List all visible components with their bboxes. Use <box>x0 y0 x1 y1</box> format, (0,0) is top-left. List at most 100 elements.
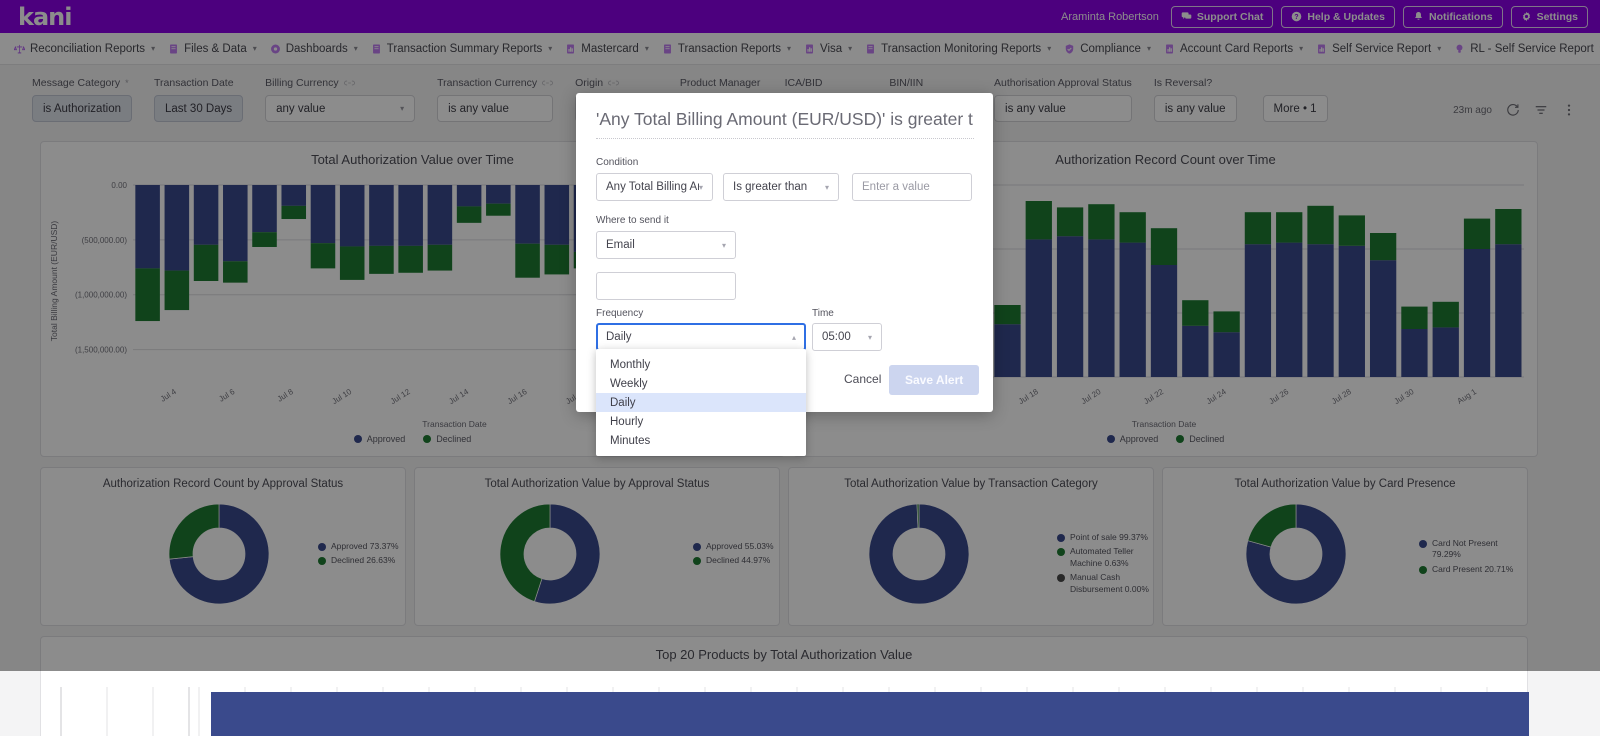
save-alert-button[interactable]: Save Alert <box>889 365 979 395</box>
condition-field-select[interactable]: Any Total Billing Am ▾ <box>596 173 713 201</box>
legend-item-point-of-sale[interactable]: Point of sale 99.37% <box>1057 532 1153 543</box>
chevron-down-icon: ▾ <box>400 104 404 113</box>
frequency-option-daily[interactable]: Daily <box>596 393 806 412</box>
filter-authorisation-approval-status: Authorisation Approval Status is any val… <box>994 77 1132 122</box>
filter-bar-actions: 23m ago <box>1453 77 1576 117</box>
svg-text:Jul 8: Jul 8 <box>276 387 296 404</box>
kebab-menu-icon[interactable] <box>1562 103 1576 117</box>
legend-item-card-present[interactable]: Card Present 20.71% <box>1419 564 1519 575</box>
settings-label: Settings <box>1537 11 1578 23</box>
frequency-select[interactable]: Daily ▴ <box>596 323 806 351</box>
legend-item-approved[interactable]: Approved 73.37% <box>318 541 399 552</box>
kani-logo[interactable]: kani <box>12 5 71 29</box>
filter-value-message-category[interactable]: is Authorization <box>32 95 132 122</box>
condition-section-label: Condition <box>596 157 638 168</box>
help-updates-button[interactable]: ? Help & Updates <box>1281 6 1395 28</box>
chevron-down-icon: ▾ <box>848 44 852 53</box>
frequency-dropdown-menu: Monthly Weekly Daily Hourly Minutes <box>596 349 806 456</box>
svg-text:Transaction Date: Transaction Date <box>422 419 487 429</box>
chevron-down-icon: ▾ <box>1047 44 1051 53</box>
condition-operator-select[interactable]: Is greater than ▾ <box>723 173 839 201</box>
alert-title-input[interactable]: 'Any Total Billing Amount (EUR/USD)' is … <box>596 109 974 139</box>
link-icon <box>542 79 553 87</box>
legend-label: Approved 73.37% <box>331 541 399 552</box>
support-chat-button[interactable]: Support Chat <box>1171 6 1274 28</box>
condition-field-value: Any Total Billing Am <box>606 181 699 193</box>
filter-icon[interactable] <box>1534 103 1548 117</box>
settings-button[interactable]: Settings <box>1511 6 1588 28</box>
filter-label-text: Transaction Currency <box>437 77 537 89</box>
gear-icon <box>1521 11 1532 22</box>
time-select[interactable]: 05:00 ▾ <box>812 323 882 351</box>
nav-item-self-service-report[interactable]: Self Service Report ▾ <box>1316 43 1441 55</box>
nav-label: Transaction Reports <box>678 43 781 55</box>
legend-item-card-not-present[interactable]: Card Not Present 79.29% <box>1419 538 1519 561</box>
chart-canvas-top-products <box>41 670 1529 736</box>
legend-item-declined[interactable]: Declined <box>423 434 471 444</box>
nav-item-compliance[interactable]: Compliance ▾ <box>1064 43 1151 55</box>
bar-chart-icon <box>804 43 815 55</box>
legend-item-manual-cash-disbursement[interactable]: Manual Cash Disbursement 0.00% <box>1057 572 1153 595</box>
svg-text:Jul 10: Jul 10 <box>330 387 353 406</box>
app-root: kani Araminta Robertson Support Chat ? H… <box>0 0 1600 736</box>
user-name: Araminta Robertson <box>1061 11 1159 23</box>
legend-label: Manual Cash Disbursement 0.00% <box>1070 572 1153 595</box>
nav-item-transaction-monitoring-reports[interactable]: Transaction Monitoring Reports ▾ <box>865 43 1051 55</box>
legend-item-declined[interactable]: Declined 26.63% <box>318 555 399 566</box>
destination-select[interactable]: Email ▾ <box>596 231 736 259</box>
frequency-option-monthly[interactable]: Monthly <box>596 355 806 374</box>
more-filters-button[interactable]: More • 1 <box>1263 95 1328 122</box>
svg-text:Aug 1: Aug 1 <box>1456 387 1479 406</box>
filter-value-is-reversal[interactable]: is any value <box>1154 95 1237 122</box>
nav-item-transaction-reports[interactable]: Transaction Reports ▾ <box>662 43 791 55</box>
legend-dot <box>318 557 326 565</box>
nav-item-dashboards[interactable]: Dashboards ▾ <box>270 43 358 55</box>
legend-label: Point of sale 99.37% <box>1070 532 1148 543</box>
nav-item-account-card-reports[interactable]: Account Card Reports ▾ <box>1164 43 1303 55</box>
filter-value-billing-currency[interactable]: any value ▾ <box>265 95 415 122</box>
email-recipients-input[interactable] <box>596 272 736 300</box>
chevron-up-icon: ▴ <box>792 333 796 342</box>
nav-item-rl-self-service-report[interactable]: RL - Self Service Report ▾ <box>1454 43 1600 55</box>
nav-label: Self Service Report <box>1332 43 1431 55</box>
chart-card-top-20-products: Top 20 Products by Total Authorization V… <box>40 636 1528 736</box>
filter-transaction-date: Transaction Date Last 30 Days <box>154 77 243 122</box>
chevron-down-icon: ▾ <box>1147 44 1151 53</box>
filter-value-authorisation-approval-status[interactable]: is any value <box>994 95 1132 122</box>
legend-item-automated-teller-machine[interactable]: Automated Teller Machine 0.63% <box>1057 546 1153 569</box>
filter-value-transaction-currency[interactable]: is any value <box>437 95 553 122</box>
filter-billing-currency: Billing Currency any value ▾ <box>265 77 415 122</box>
nav-item-visa[interactable]: Visa ▾ <box>804 43 852 55</box>
svg-text:?: ? <box>1295 14 1299 21</box>
topbar-actions: Araminta Robertson Support Chat ? Help &… <box>1061 6 1588 28</box>
nav-label: Files & Data <box>184 43 247 55</box>
filter-value-transaction-date[interactable]: Last 30 Days <box>154 95 243 122</box>
chevron-down-icon: ▾ <box>1437 44 1441 53</box>
legend-item-declined[interactable]: Declined 44.97% <box>693 555 774 566</box>
nav-item-mastercard[interactable]: Mastercard ▾ <box>565 43 649 55</box>
nav-item-files-data[interactable]: Files & Data ▾ <box>168 43 257 55</box>
cancel-button[interactable]: Cancel <box>844 372 881 386</box>
frequency-option-hourly[interactable]: Hourly <box>596 412 806 431</box>
svg-text:Jul 24: Jul 24 <box>1205 387 1228 406</box>
refresh-icon[interactable] <box>1506 103 1520 117</box>
legend-label: Card Not Present 79.29% <box>1432 538 1519 561</box>
chart-title: Total Authorization Value by Transaction… <box>789 468 1153 490</box>
legend-dot <box>423 435 431 443</box>
svg-text:Transaction Date: Transaction Date <box>1132 419 1197 429</box>
frequency-option-weekly[interactable]: Weekly <box>596 374 806 393</box>
legend-item-declined[interactable]: Declined <box>1176 434 1224 444</box>
nav-item-transaction-summary-reports[interactable]: Transaction Summary Reports ▾ <box>371 43 553 55</box>
legend-item-approved[interactable]: Approved 55.03% <box>693 541 774 552</box>
notifications-button[interactable]: Notifications <box>1403 6 1503 28</box>
donut-legend: Point of sale 99.37% Automated Teller Ma… <box>1057 532 1153 598</box>
legend-item-approved[interactable]: Approved <box>1107 434 1159 444</box>
legend-item-approved[interactable]: Approved <box>354 434 406 444</box>
condition-value-input[interactable]: Enter a value <box>852 173 972 201</box>
frequency-option-minutes[interactable]: Minutes <box>596 431 806 450</box>
svg-text:Jul 28: Jul 28 <box>1330 387 1353 406</box>
nav-item-reconciliation-reports[interactable]: Reconciliation Reports ▾ <box>14 43 155 55</box>
legend-dot <box>1057 534 1065 542</box>
shield-icon <box>1064 43 1075 55</box>
svg-text:Jul 12: Jul 12 <box>389 387 412 406</box>
